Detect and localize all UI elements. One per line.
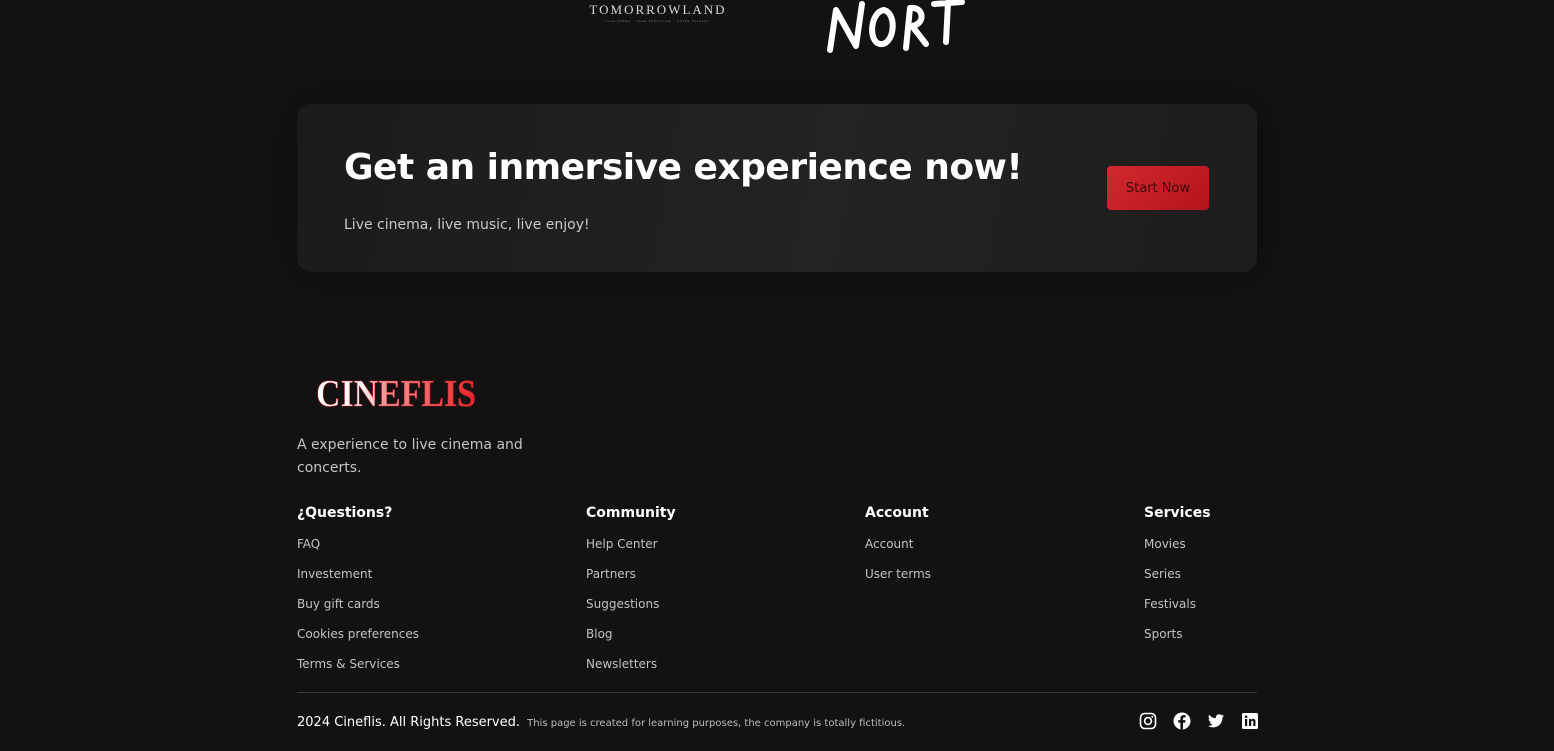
footer-link-movies[interactable]: Movies bbox=[1144, 537, 1186, 551]
footer-column-community: Community Help Center Partners Suggestio… bbox=[586, 503, 676, 683]
start-now-button[interactable]: Start Now bbox=[1107, 166, 1209, 210]
footer-copyright: 2024 Cineflis. All Rights Reserved. This… bbox=[297, 711, 905, 730]
footer-column-title: Community bbox=[586, 505, 676, 521]
tomorrowland-logo-text: TOMORROWLAND bbox=[589, 2, 727, 17]
footer-link-partners[interactable]: Partners bbox=[586, 567, 636, 581]
instagram-icon[interactable] bbox=[1139, 712, 1157, 730]
footer-link-newsletters[interactable]: Newsletters bbox=[586, 657, 657, 671]
tomorrowland-logo: TOMORROWLAND live today · love tomorrow … bbox=[585, 2, 731, 26]
cta-subtitle: Live cinema, live music, live enjoy! bbox=[344, 217, 590, 233]
footer-column-services: Services Movies Series Festivals Sports bbox=[1144, 503, 1211, 653]
cta-banner: Get an inmersive experience now! Live ci… bbox=[297, 104, 1257, 272]
footer-link-account[interactable]: Account bbox=[865, 537, 913, 551]
tomorrowland-logo-tagline: live today · love tomorrow · unite forev… bbox=[606, 19, 710, 23]
footer-link-suggestions[interactable]: Suggestions bbox=[586, 597, 659, 611]
cineflis-logo[interactable]: CINEFLIS bbox=[316, 368, 480, 420]
footer-column-account: Account Account User terms bbox=[865, 503, 931, 593]
footer-link-cookies-preferences[interactable]: Cookies preferences bbox=[297, 627, 419, 641]
cineflis-logo-text: CINEFLIS bbox=[316, 373, 476, 415]
copyright-text: 2024 Cineflis. All Rights Reserved. bbox=[297, 715, 521, 730]
footer-divider bbox=[297, 692, 1257, 693]
footer-column-title: ¿Questions? bbox=[297, 505, 393, 521]
footer-column-title: Services bbox=[1144, 505, 1211, 521]
footer-link-terms-services[interactable]: Terms & Services bbox=[297, 657, 400, 671]
footer-link-buy-gift-cards[interactable]: Buy gift cards bbox=[297, 597, 380, 611]
linkedin-icon[interactable] bbox=[1241, 712, 1259, 730]
footer-link-festivals[interactable]: Festivals bbox=[1144, 597, 1196, 611]
twitter-icon[interactable] bbox=[1207, 712, 1225, 730]
brand-tagline: A experience to live cinema and concerts… bbox=[297, 437, 523, 476]
norte-logo bbox=[827, 0, 965, 53]
footer-link-faq[interactable]: FAQ bbox=[297, 537, 320, 551]
footer-column-title: Account bbox=[865, 505, 929, 521]
footer-link-investement[interactable]: Investement bbox=[297, 567, 372, 581]
footer-link-user-terms[interactable]: User terms bbox=[865, 567, 931, 581]
footer-link-series[interactable]: Series bbox=[1144, 567, 1181, 581]
footer-link-help-center[interactable]: Help Center bbox=[586, 537, 658, 551]
footer-column-questions: ¿Questions? FAQ Investement Buy gift car… bbox=[297, 503, 419, 683]
footer-link-blog[interactable]: Blog bbox=[586, 627, 613, 641]
footer-link-sports[interactable]: Sports bbox=[1144, 627, 1182, 641]
facebook-icon[interactable] bbox=[1173, 712, 1191, 730]
page: TOMORROWLAND live today · love tomorrow … bbox=[0, 0, 1554, 751]
disclaimer-text: This page is created for learning purpos… bbox=[527, 718, 906, 729]
cta-title: Get an inmersive experience now! bbox=[344, 147, 1023, 188]
social-links bbox=[1139, 712, 1259, 732]
